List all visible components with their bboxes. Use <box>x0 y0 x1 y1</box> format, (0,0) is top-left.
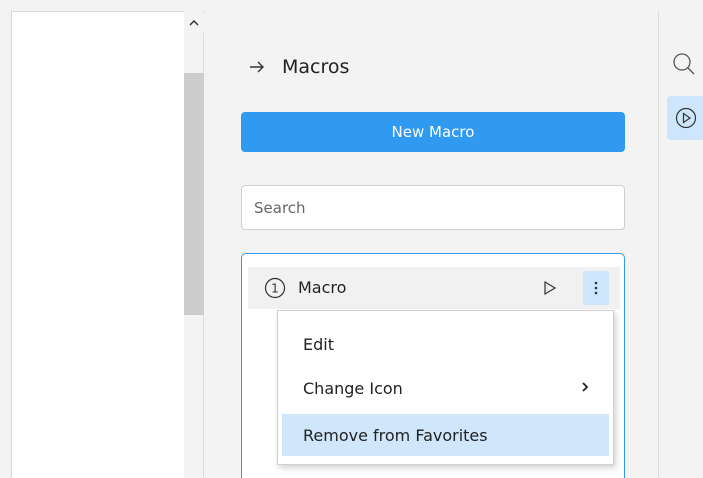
chevron-right-icon <box>582 382 589 392</box>
chevron-up-icon <box>189 19 199 26</box>
play-circle-icon <box>675 107 696 129</box>
right-rail <box>658 11 703 478</box>
app-window: Macros New Macro 1 Macro <box>0 0 703 478</box>
macro-name: Macro <box>298 278 347 297</box>
rail-macros-button[interactable] <box>667 96 703 140</box>
menu-item-label: Change Icon <box>303 378 403 398</box>
arrow-right-icon[interactable] <box>248 58 266 76</box>
page-title: Macros <box>282 56 350 78</box>
menu-item-label: Remove from Favorites <box>303 425 488 445</box>
scroll-up-button[interactable] <box>184 11 204 33</box>
panel-header: Macros <box>248 53 349 81</box>
menu-item-label: Edit <box>303 334 334 354</box>
menu-item-change-icon[interactable]: Change Icon <box>282 367 609 409</box>
play-button[interactable] <box>540 278 560 298</box>
new-macro-button[interactable]: New Macro <box>241 112 625 152</box>
search-input[interactable] <box>241 185 625 230</box>
circled-number-one-icon: 1 <box>264 277 286 299</box>
menu-item-edit[interactable]: Edit <box>282 323 609 365</box>
search-icon[interactable] <box>671 51 697 77</box>
list-item[interactable]: 1 Macro <box>248 267 620 309</box>
scrollbar-thumb[interactable] <box>184 73 204 315</box>
left-pane <box>11 11 184 478</box>
context-menu: Edit Change Icon Remove from Favorites <box>277 310 614 465</box>
vertical-ellipsis-icon <box>594 281 598 295</box>
macro-icon-number: 1 <box>271 282 279 296</box>
play-icon <box>544 280 557 296</box>
menu-item-remove-from-favorites[interactable]: Remove from Favorites <box>282 414 609 456</box>
more-options-button[interactable] <box>583 271 609 305</box>
